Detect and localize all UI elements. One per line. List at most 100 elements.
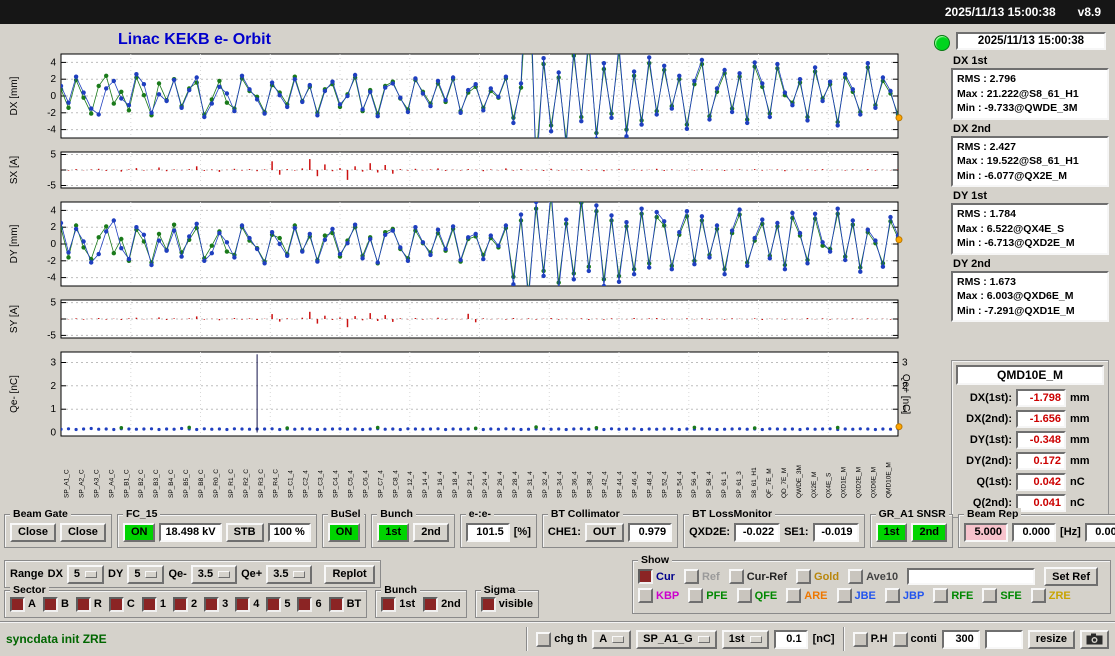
- bunch-select[interactable]: 1st: [721, 629, 769, 649]
- checkbox-label: 1st: [399, 598, 416, 610]
- separator: [526, 627, 529, 651]
- checkbox[interactable]: [108, 596, 124, 612]
- sigma-group: Sigma visible: [474, 584, 539, 618]
- show-toggle-jbe: JBE: [836, 588, 876, 603]
- svg-text:SY [A]: SY [A]: [9, 305, 20, 333]
- checkbox[interactable]: [683, 569, 699, 584]
- beam-rep-hz-unit: [Hz]: [1060, 526, 1081, 538]
- stat-title: DY 1st: [953, 190, 988, 202]
- checkbox[interactable]: [1030, 588, 1046, 603]
- bunch-1st-button[interactable]: 1st: [377, 522, 410, 542]
- checkbox[interactable]: [638, 569, 653, 584]
- monitor-value: -1.656: [1016, 410, 1066, 428]
- checkbox[interactable]: [141, 596, 157, 612]
- range-dy-select[interactable]: 5: [127, 564, 165, 584]
- monitor-row: DX(1st): -1.798 mm: [956, 389, 1104, 407]
- checkbox[interactable]: [982, 588, 998, 603]
- svg-text:2: 2: [50, 74, 56, 85]
- checkbox[interactable]: [796, 569, 812, 584]
- svg-text:SP_56_4: SP_56_4: [691, 471, 698, 498]
- checkbox[interactable]: [172, 596, 188, 612]
- checkbox-label: 3: [222, 598, 229, 610]
- monitor-unit: nC: [1070, 497, 1085, 509]
- svg-text:S8_61_H1: S8_61_H1: [751, 467, 758, 498]
- replot-button[interactable]: Replot: [324, 564, 375, 584]
- checkbox[interactable]: [836, 588, 852, 603]
- group-title: Bunch: [377, 508, 416, 520]
- checkbox[interactable]: [75, 596, 91, 612]
- svg-text:SP_18_4: SP_18_4: [452, 471, 459, 498]
- checkbox[interactable]: [848, 569, 864, 584]
- blank-field[interactable]: [984, 629, 1023, 649]
- checkbox[interactable]: [480, 596, 496, 612]
- svg-text:SP_C6_4: SP_C6_4: [362, 470, 369, 498]
- che1-out-button[interactable]: OUT: [584, 522, 625, 542]
- checkbox[interactable]: [42, 596, 58, 612]
- threshold-field[interactable]: 0.1: [773, 629, 808, 649]
- checkbox[interactable]: [204, 596, 220, 612]
- checkbox[interactable]: [933, 588, 949, 603]
- plot-dy: 4 2 0 -2 -4 DY [mm]: [2, 198, 912, 290]
- checkbox[interactable]: [423, 596, 439, 612]
- monitor-unit: mm: [1070, 392, 1090, 404]
- checkbox[interactable]: [688, 588, 704, 603]
- checkbox[interactable]: [266, 596, 282, 612]
- fc15-on-button[interactable]: ON: [122, 522, 156, 542]
- show-toggle-kbp: KBP: [638, 588, 679, 603]
- status-bar-controls: chg th A SP_A1_G 1st 0.1 [nC] P.H conti …: [523, 627, 1109, 651]
- dropdown-indicator-icon: [145, 570, 158, 578]
- monitor-label: DX(1st):: [969, 392, 1012, 404]
- set-ref-button[interactable]: Set Ref: [1044, 567, 1099, 586]
- checkbox-label: KBP: [656, 589, 680, 602]
- monitor-row: DY(1st): -0.348 mm: [956, 431, 1104, 449]
- sector-toggle-r: R: [75, 596, 102, 612]
- gr-a1-2nd-button[interactable]: 2nd: [911, 522, 948, 542]
- beam-rep-value-2: 0.000: [1012, 522, 1057, 542]
- interval-field[interactable]: 300: [941, 629, 980, 649]
- svg-text:4: 4: [50, 57, 56, 68]
- svg-text:QMD10E_M: QMD10E_M: [886, 462, 893, 498]
- checkbox[interactable]: [892, 631, 908, 647]
- busel-on-button[interactable]: ON: [327, 522, 361, 542]
- range-qem-select[interactable]: 3.5: [190, 564, 238, 584]
- svg-text:0: 0: [50, 428, 56, 439]
- titlebar-version: v8.9: [1077, 5, 1101, 19]
- svg-text:SP_C4_4: SP_C4_4: [333, 470, 340, 498]
- checkbox-label: PFE: [706, 589, 728, 602]
- checkbox[interactable]: [10, 596, 25, 612]
- show-toggle-cur-ref: Cur-Ref: [728, 569, 787, 584]
- checkbox[interactable]: [638, 588, 653, 603]
- svg-text:QF_7E_M: QF_7E_M: [766, 468, 773, 498]
- stat-min: Min : -6.077@QX2E_M: [957, 169, 1068, 182]
- range-dx-select[interactable]: 5: [66, 564, 105, 584]
- bpm-select[interactable]: SP_A1_G: [636, 629, 717, 649]
- gr-a1-1st-button[interactable]: 1st: [875, 522, 908, 542]
- checkbox[interactable]: [736, 588, 752, 603]
- bunch-toggle-1st: 1st: [381, 596, 416, 612]
- range-qep-select[interactable]: 3.5: [266, 564, 313, 584]
- svg-text:SX [A]: SX [A]: [9, 156, 20, 185]
- checkbox[interactable]: [786, 588, 802, 603]
- screenshot-button[interactable]: [1080, 629, 1109, 649]
- checkbox[interactable]: [328, 596, 344, 612]
- checkbox[interactable]: [297, 596, 313, 612]
- checkbox[interactable]: [536, 631, 552, 647]
- svg-text:QD_7E_M: QD_7E_M: [781, 468, 788, 498]
- checkbox[interactable]: [884, 588, 900, 603]
- checkbox[interactable]: [728, 569, 744, 584]
- set-ref-input[interactable]: [907, 568, 1036, 585]
- beam-gate-close-button-2[interactable]: Close: [59, 522, 106, 542]
- fc15-stb-button[interactable]: STB: [225, 522, 264, 542]
- checkbox[interactable]: [235, 596, 251, 612]
- checkbox[interactable]: [852, 631, 868, 647]
- beam-gate-close-button-1[interactable]: Close: [10, 522, 56, 542]
- show-toggle-pfe: PFE: [688, 588, 728, 603]
- svg-text:-4: -4: [47, 273, 56, 284]
- stat-max: Max : 19.522@S8_61_H1: [957, 155, 1079, 167]
- checkbox[interactable]: [381, 596, 397, 612]
- sector-select[interactable]: A: [592, 629, 632, 649]
- svg-text:SP_R1_C: SP_R1_C: [228, 469, 235, 498]
- stat-title: DX 1st: [953, 55, 988, 67]
- bunch-2nd-button[interactable]: 2nd: [413, 522, 449, 542]
- resize-button[interactable]: resize: [1027, 629, 1075, 649]
